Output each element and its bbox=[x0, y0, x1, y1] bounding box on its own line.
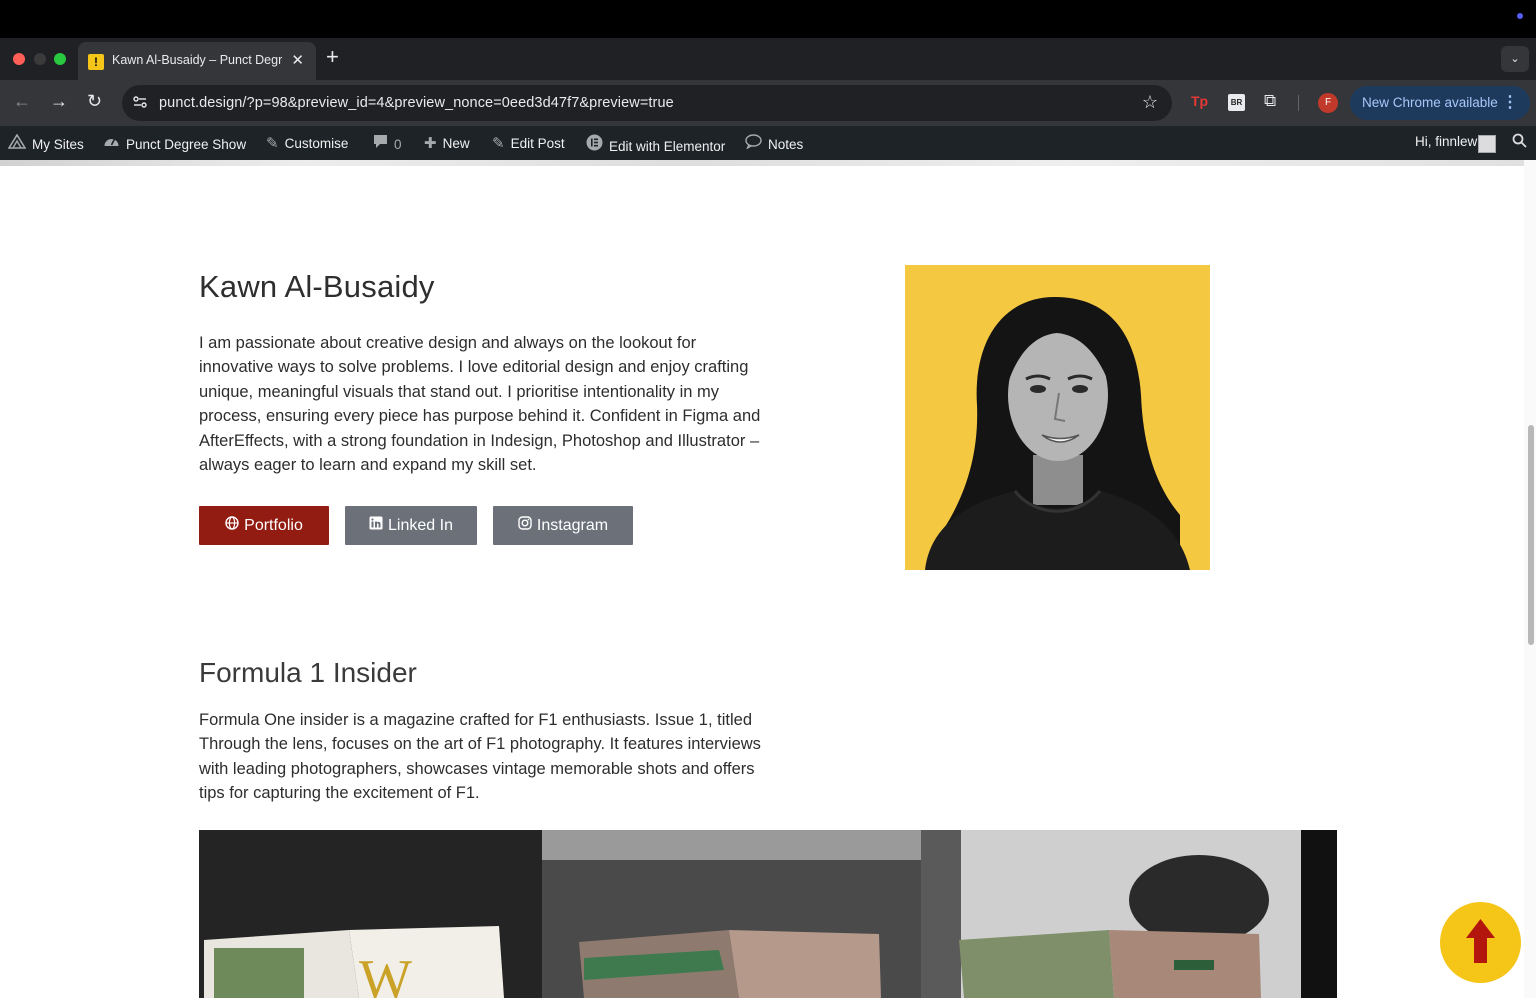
tab-search-button[interactable]: ⌄ bbox=[1501, 46, 1529, 72]
instagram-label: Instagram bbox=[536, 517, 609, 534]
portfolio-label: Portfolio bbox=[244, 517, 303, 534]
tab-active[interactable]: ! Kawn Al-Busaidy – Punct Degree Show ✕ bbox=[78, 42, 316, 80]
new-label: New bbox=[442, 136, 470, 151]
reload-button[interactable]: ↻ bbox=[87, 91, 102, 112]
profile-name: Kawn Al-Busaidy bbox=[199, 269, 435, 304]
edit-post-label: Edit Post bbox=[510, 136, 565, 151]
new-content-menu[interactable]: ✚ New bbox=[424, 134, 470, 152]
maximize-window-button[interactable] bbox=[54, 53, 66, 65]
close-window-button[interactable] bbox=[13, 53, 25, 65]
globe-icon bbox=[225, 506, 239, 545]
comments-link[interactable]: 0 bbox=[373, 134, 402, 153]
linkedin-icon bbox=[369, 506, 383, 545]
profile-bio: I am passionate about creative design an… bbox=[199, 334, 761, 475]
comments-count: 0 bbox=[394, 137, 402, 152]
user-avatar[interactable] bbox=[1478, 135, 1496, 153]
url-text[interactable]: punct.design/?p=98&preview_id=4&preview_… bbox=[159, 95, 674, 111]
scroll-to-top-button[interactable] bbox=[1440, 902, 1521, 983]
status-dot-icon bbox=[1517, 13, 1523, 19]
project-description: Formula One insider is a magazine crafte… bbox=[199, 711, 761, 803]
site-settings-icon[interactable] bbox=[132, 94, 148, 113]
linkedin-button[interactable]: Linked In bbox=[345, 506, 477, 545]
browser-toolbar: ← → ↻ punct.design/?p=98&preview_id=4&pr… bbox=[0, 80, 1536, 126]
portfolio-button[interactable]: Portfolio bbox=[199, 506, 329, 545]
edit-elementor-link[interactable]: Edit with Elementor bbox=[586, 134, 725, 155]
site-name-label: Punct Degree Show bbox=[126, 137, 247, 152]
menu-bar bbox=[0, 0, 1536, 38]
pencil-icon: ✎ bbox=[492, 135, 505, 152]
bookmark-star-icon[interactable]: ☆ bbox=[1142, 92, 1158, 113]
tab-close-icon[interactable]: ✕ bbox=[291, 51, 304, 69]
kebab-menu-icon[interactable]: ⋮ bbox=[1502, 92, 1518, 112]
tab-title: Kawn Al-Busaidy – Punct Degree Show bbox=[112, 53, 282, 67]
edit-post-link[interactable]: ✎ Edit Post bbox=[492, 134, 565, 152]
speech-bubble-icon bbox=[745, 134, 762, 153]
plus-icon: ✚ bbox=[424, 135, 437, 152]
tab-strip: ! Kawn Al-Busaidy – Punct Degree Show ✕ … bbox=[0, 38, 1536, 80]
my-sites-menu[interactable]: My Sites bbox=[7, 133, 84, 153]
comment-bubble-icon bbox=[373, 134, 388, 153]
my-sites-label: My Sites bbox=[32, 137, 84, 152]
toolbar-divider bbox=[1298, 95, 1299, 111]
customise-link[interactable]: ✎ Customise bbox=[266, 134, 348, 152]
svg-text:W: W bbox=[359, 949, 412, 998]
instagram-icon bbox=[518, 506, 532, 545]
minimize-window-button[interactable] bbox=[34, 53, 46, 65]
wp-admin-bar: My Sites Punct Degree Show ✎ Customise 0 … bbox=[0, 126, 1536, 160]
address-bar[interactable]: punct.design/?p=98&preview_id=4&preview_… bbox=[122, 85, 1172, 121]
profile-photo bbox=[905, 265, 1210, 570]
notes-label: Notes bbox=[768, 137, 804, 152]
linkedin-label: Linked In bbox=[388, 517, 453, 534]
new-tab-button[interactable]: + bbox=[326, 44, 339, 70]
profile-avatar[interactable]: F bbox=[1318, 93, 1338, 113]
update-label: New Chrome available bbox=[1362, 95, 1498, 110]
up-arrow-icon bbox=[1466, 919, 1495, 963]
update-chrome-button[interactable]: New Chrome available ⋮ bbox=[1350, 86, 1530, 120]
tp-extension-icon[interactable]: Tp bbox=[1191, 93, 1208, 109]
dashboard-gauge-icon bbox=[103, 134, 120, 153]
forward-button[interactable]: → bbox=[50, 91, 68, 112]
search-icon[interactable] bbox=[1512, 133, 1527, 152]
previous-section-edge bbox=[0, 160, 1524, 166]
site-name-menu[interactable]: Punct Degree Show bbox=[103, 134, 246, 153]
back-button[interactable]: ← bbox=[13, 91, 31, 112]
elementor-icon bbox=[586, 134, 603, 155]
notes-link[interactable]: Notes bbox=[745, 134, 803, 153]
my-sites-icon bbox=[7, 133, 27, 153]
account-greeting[interactable]: Hi, finnlewis bbox=[1415, 134, 1487, 149]
paintbrush-icon: ✎ bbox=[266, 135, 279, 152]
project-gallery[interactable]: W bbox=[199, 830, 1337, 998]
scrollbar-thumb[interactable] bbox=[1528, 425, 1534, 645]
extensions-puzzle-icon[interactable]: ⧉ bbox=[1264, 91, 1276, 111]
customise-label: Customise bbox=[284, 136, 349, 151]
project-title: Formula 1 Insider bbox=[199, 657, 417, 688]
site-favicon-icon: ! bbox=[88, 54, 104, 70]
br-extension-icon[interactable]: BR bbox=[1228, 94, 1245, 111]
edit-elementor-label: Edit with Elementor bbox=[609, 139, 726, 154]
instagram-button[interactable]: Instagram bbox=[493, 506, 633, 545]
